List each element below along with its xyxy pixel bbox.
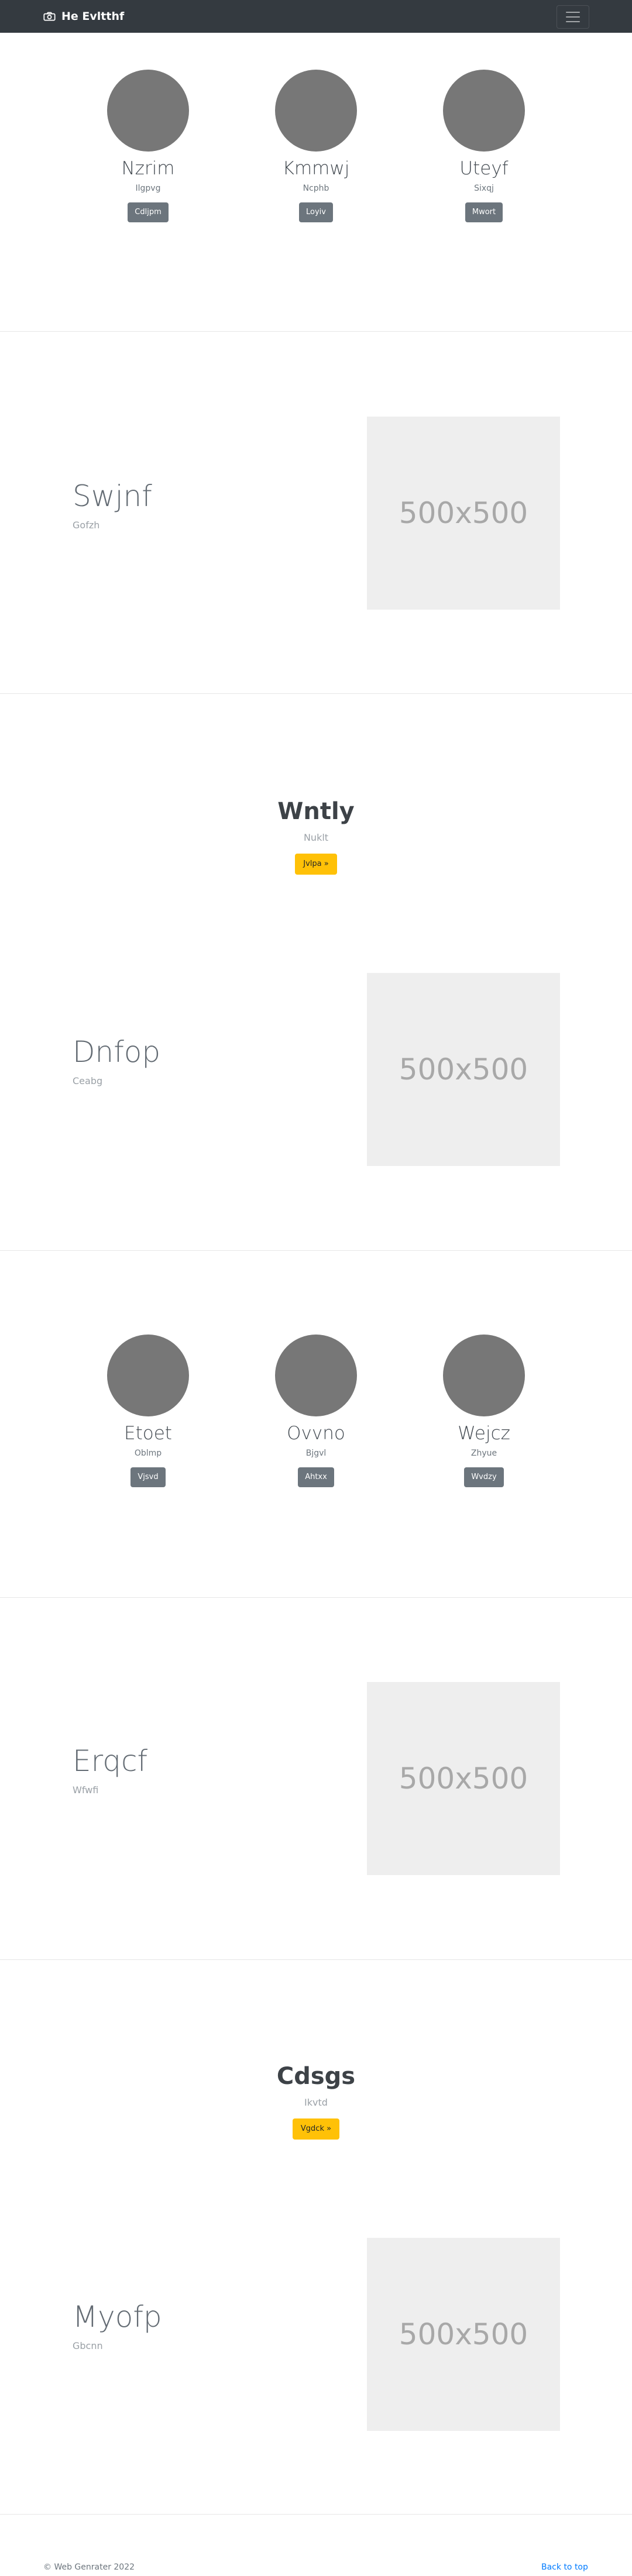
feature-subtitle: Gbcnn — [73, 2340, 103, 2351]
cta-title: Cdsgs — [276, 2063, 356, 2090]
team-member-card: Uteyf Sixqj Mwort — [443, 70, 525, 222]
member-name: Etoet — [124, 1423, 172, 1444]
member-subtitle: Oblmp — [134, 1449, 162, 1458]
team-member-card: Etoet Oblmp Vjsvd — [107, 1335, 189, 1487]
member-name: Wejcz — [458, 1423, 510, 1444]
feature-subtitle: Wfwfi — [73, 1784, 99, 1796]
feature-title: Myofp — [73, 2300, 162, 2334]
avatar — [275, 70, 357, 152]
avatar — [443, 70, 525, 152]
member-subtitle: Ncphb — [303, 184, 329, 193]
cta-subtitle: Ikvtd — [304, 2097, 328, 2108]
footer-copyright: © Web Genrater 2022 — [43, 2563, 135, 2572]
team-member-card: Ovvno Bjgvl Ahtxx — [275, 1335, 357, 1487]
cta-button[interactable]: Vgdck » — [292, 2118, 340, 2140]
member-button[interactable]: Mwort — [465, 202, 503, 222]
cta-button[interactable]: Jvlpa » — [295, 854, 337, 875]
brand-name: He Evltthf — [61, 10, 125, 23]
section-divider — [0, 1250, 632, 1251]
team-member-card: Kmmwj Ncphb Loyiv — [275, 70, 357, 222]
cta-title: Wntly — [277, 798, 355, 825]
member-name: Kmmwj — [282, 158, 350, 179]
team-member-card: Wejcz Zhyue Wvdzy — [443, 1335, 525, 1487]
avatar — [275, 1335, 357, 1416]
member-button[interactable]: Loyiv — [299, 202, 333, 222]
member-button[interactable]: Ahtxx — [298, 1467, 334, 1487]
placeholder-image: 500x500 — [367, 1682, 560, 1875]
member-subtitle: Sixqj — [474, 184, 494, 193]
hamburger-icon — [566, 12, 580, 22]
member-button[interactable]: Vjsvd — [130, 1467, 166, 1487]
section-divider — [0, 331, 632, 332]
navbar-toggle-button[interactable] — [557, 5, 589, 29]
cta-section: Cdsgs Ikvtd Vgdck » — [0, 2062, 632, 2140]
member-subtitle: Bjgvl — [305, 1449, 327, 1458]
footer-divider — [0, 2514, 632, 2515]
cta-subtitle: Nuklt — [303, 832, 329, 843]
back-to-top-link[interactable]: Back to top — [541, 2561, 588, 2573]
feature-subtitle: Gofzh — [73, 520, 100, 531]
placeholder-image: 500x500 — [367, 417, 560, 610]
feature-subtitle: Ceabg — [73, 1075, 103, 1086]
placeholder-image: 500x500 — [367, 2238, 560, 2431]
cta-section: Wntly Nuklt Jvlpa » — [0, 797, 632, 875]
section-divider — [0, 1597, 632, 1598]
member-name: Uteyf — [459, 158, 509, 179]
feature-title: Dnfop — [73, 1035, 161, 1069]
section-divider — [0, 1959, 632, 1960]
avatar — [107, 1335, 189, 1416]
member-name: Ovvno — [287, 1423, 345, 1444]
avatar — [107, 70, 189, 152]
member-button[interactable]: Cdljpm — [128, 202, 169, 222]
member-subtitle: Zhyue — [470, 1449, 497, 1458]
feature-title: Swjnf — [73, 479, 152, 513]
member-button[interactable]: Wvdzy — [464, 1467, 504, 1487]
placeholder-image: 500x500 — [367, 973, 560, 1166]
team-member-card: Nzrim Ilgpvg Cdljpm — [107, 70, 189, 222]
navbar: He Evltthf — [0, 0, 632, 33]
member-subtitle: Ilgpvg — [135, 184, 161, 193]
section-divider — [0, 693, 632, 694]
feature-title: Erqcf — [73, 1744, 148, 1778]
avatar — [443, 1335, 525, 1416]
brand-link[interactable]: He Evltthf — [43, 0, 124, 33]
member-name: Nzrim — [121, 158, 175, 179]
camera-icon — [43, 12, 56, 21]
